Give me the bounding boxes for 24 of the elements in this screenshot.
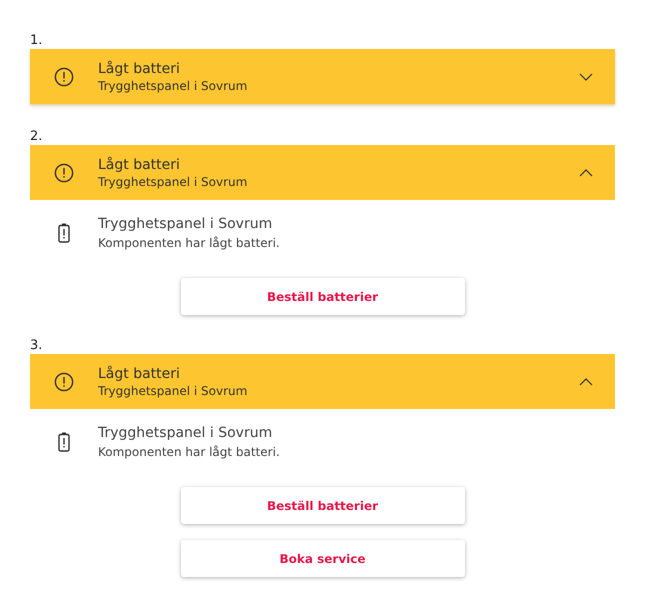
action-button[interactable]: Boka service xyxy=(180,540,464,577)
component-name: Trygghetspanel i Sovrum xyxy=(98,216,274,232)
component-name: Trygghetspanel i Sovrum xyxy=(98,425,274,441)
step-number: 3. xyxy=(30,337,44,354)
warning-icon xyxy=(54,66,74,86)
alert-header[interactable]: Lågt batteri Trygghetspanel i Sovrum xyxy=(30,49,615,104)
alert-header[interactable]: Lågt batteri Trygghetspanel i Sovrum xyxy=(30,145,615,200)
warning-icon xyxy=(54,162,74,182)
battery-icon xyxy=(58,223,70,243)
alert-title: Lågt batteri xyxy=(98,366,181,382)
alert-subtitle: Trygghetspanel i Sovrum xyxy=(98,384,248,398)
battery-icon xyxy=(58,432,70,452)
alert-title: Lågt batteri xyxy=(98,60,181,76)
step-number: 2. xyxy=(30,128,44,145)
component-message: Komponenten har lågt batteri. xyxy=(98,445,280,459)
alert-header[interactable]: Lågt batteri Trygghetspanel i Sovrum xyxy=(30,354,615,409)
alert-title: Lågt batteri xyxy=(98,156,181,172)
alert-subtitle: Trygghetspanel i Sovrum xyxy=(98,78,248,92)
alert-subtitle: Trygghetspanel i Sovrum xyxy=(98,174,248,188)
warning-icon xyxy=(54,372,74,392)
component-message: Komponenten har lågt batteri. xyxy=(98,236,280,250)
action-button[interactable]: Beställ batterier xyxy=(180,278,464,315)
step-number: 1. xyxy=(30,32,44,49)
action-button[interactable]: Beställ batterier xyxy=(180,487,464,524)
